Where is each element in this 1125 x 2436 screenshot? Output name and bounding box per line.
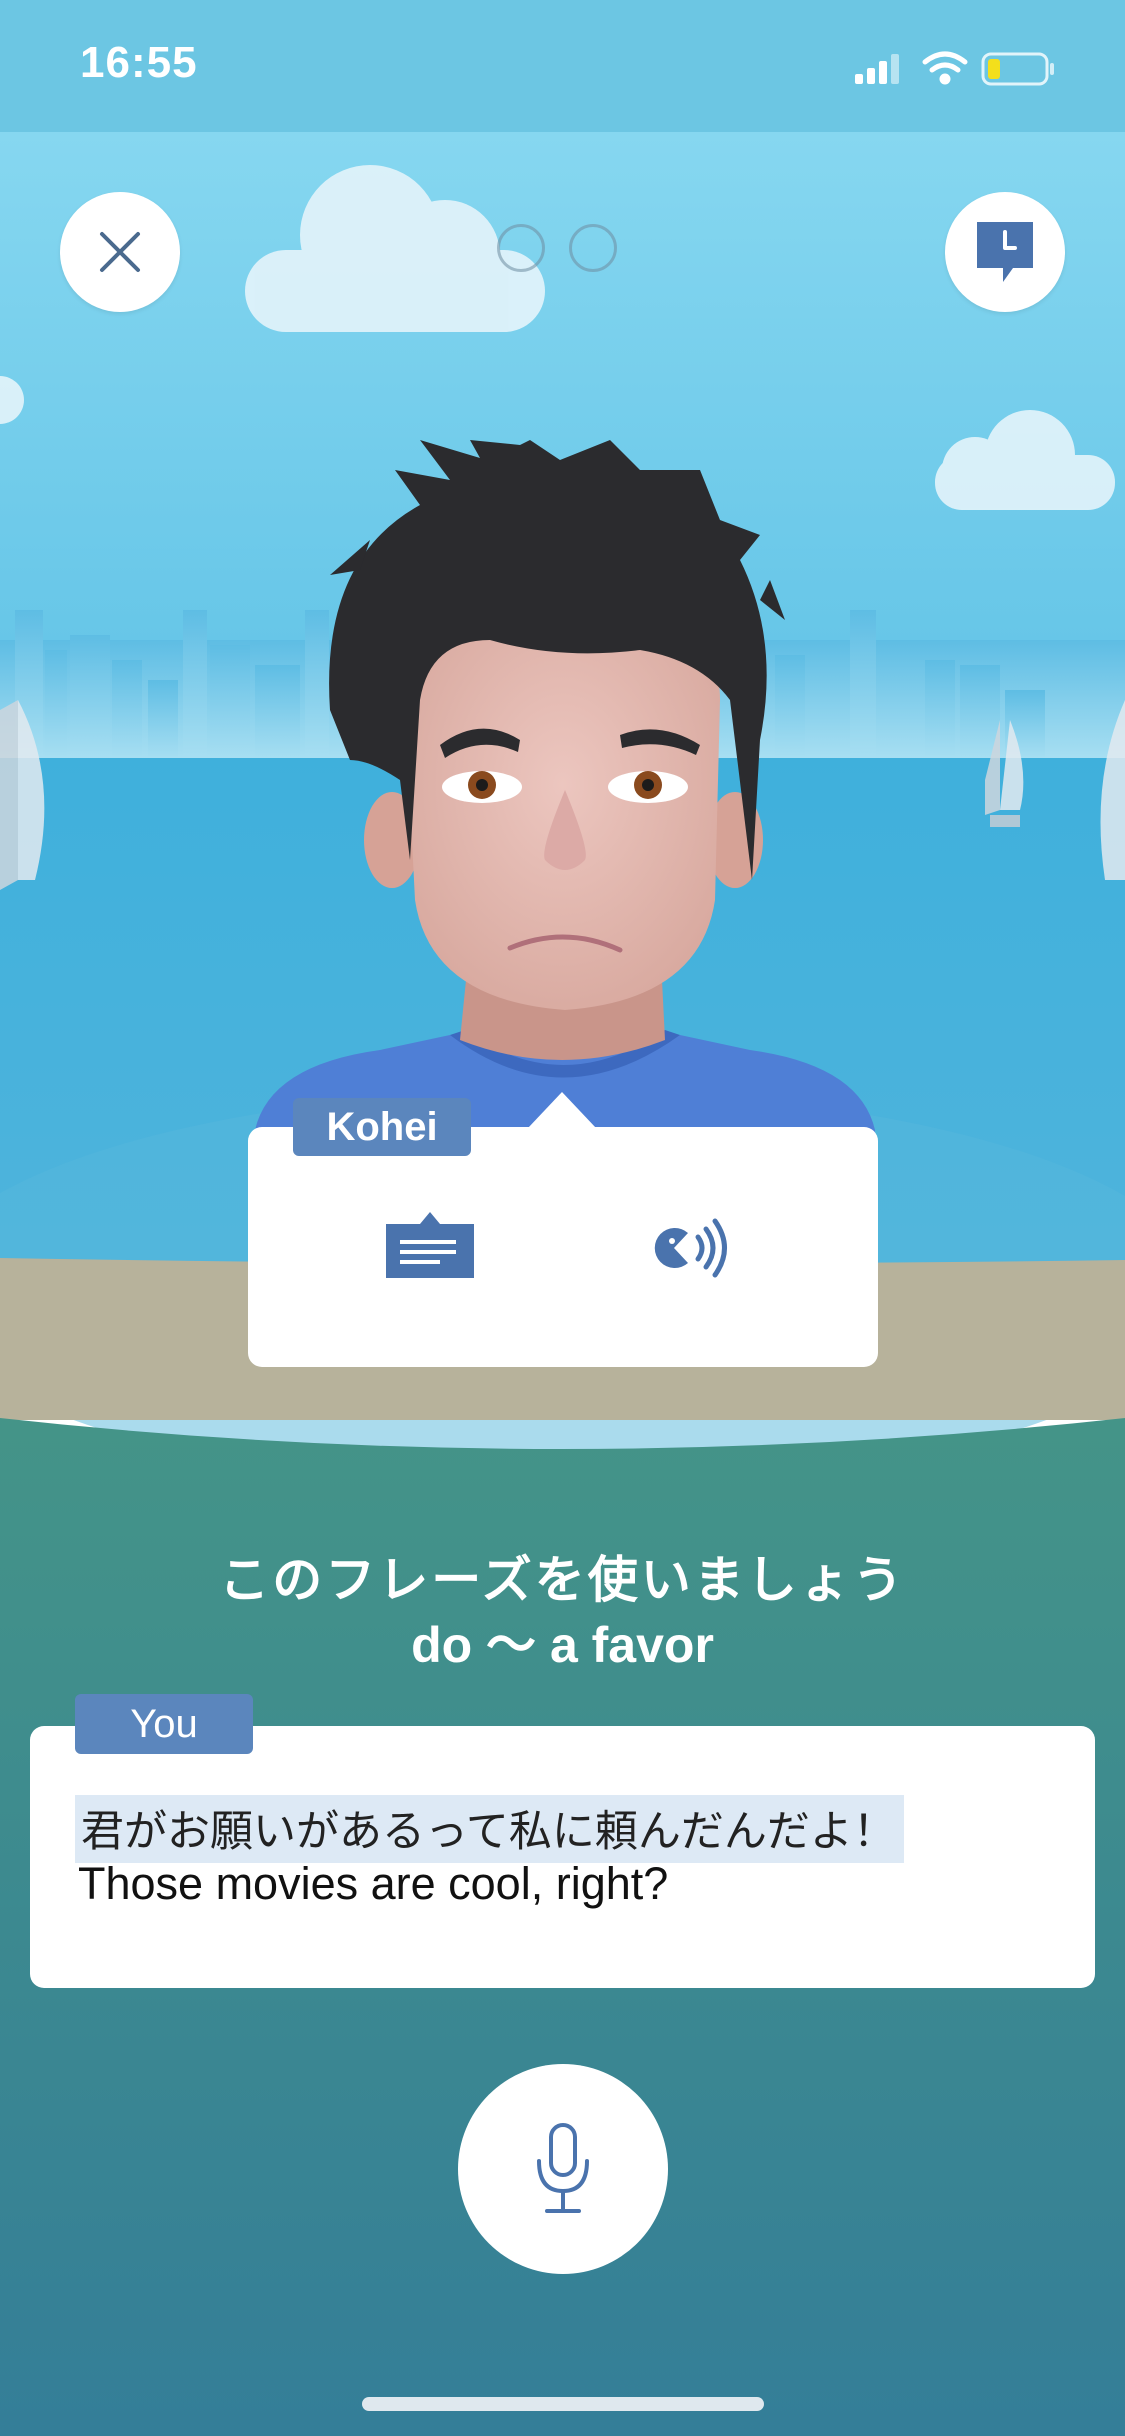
home-indicator[interactable]	[362, 2397, 764, 2411]
wifi-icon	[922, 51, 968, 85]
battery-icon	[981, 52, 1054, 86]
status-icons	[855, 51, 1054, 86]
user-name-tag: You	[75, 1694, 253, 1754]
status-time: 16:55	[80, 38, 198, 87]
target-phrase: do 〜 a favor	[411, 1617, 714, 1673]
user-line-japanese: 君がお願いがあるって私に頼んだんだよ！	[75, 1795, 904, 1863]
speaker-card	[248, 1127, 878, 1367]
play-audio-button[interactable]	[645, 1210, 735, 1285]
close-icon	[100, 232, 140, 272]
microphone-button[interactable]	[458, 2064, 668, 2274]
conversation-screen: 16:55 Kohei このフレーズを使いましょう do 〜 a favor 君…	[0, 0, 1125, 2436]
close-button[interactable]	[60, 192, 180, 312]
microphone-icon	[537, 2123, 589, 2213]
translate-card-icon	[386, 1212, 474, 1278]
speaker-audio-icon	[654, 1218, 727, 1277]
conversation-history-button[interactable]	[945, 192, 1065, 312]
user-line-english: Those movies are cool, right?	[78, 1858, 669, 1909]
progress-dots	[497, 224, 627, 280]
speaker-name-tag: Kohei	[293, 1098, 471, 1156]
progress-dot	[497, 224, 545, 272]
cellular-signal-icon	[855, 54, 899, 84]
translate-button[interactable]	[380, 1205, 480, 1285]
user-response-card: 君がお願いがあるって私に頼んだんだよ！ Those movies are coo…	[30, 1726, 1095, 1988]
speaker-card-pointer	[528, 1092, 596, 1128]
status-bar: 16:55	[0, 0, 1125, 132]
progress-dot	[569, 224, 617, 272]
chat-clock-icon	[977, 222, 1033, 282]
phrase-instruction: このフレーズを使いましょう	[219, 1552, 906, 1608]
